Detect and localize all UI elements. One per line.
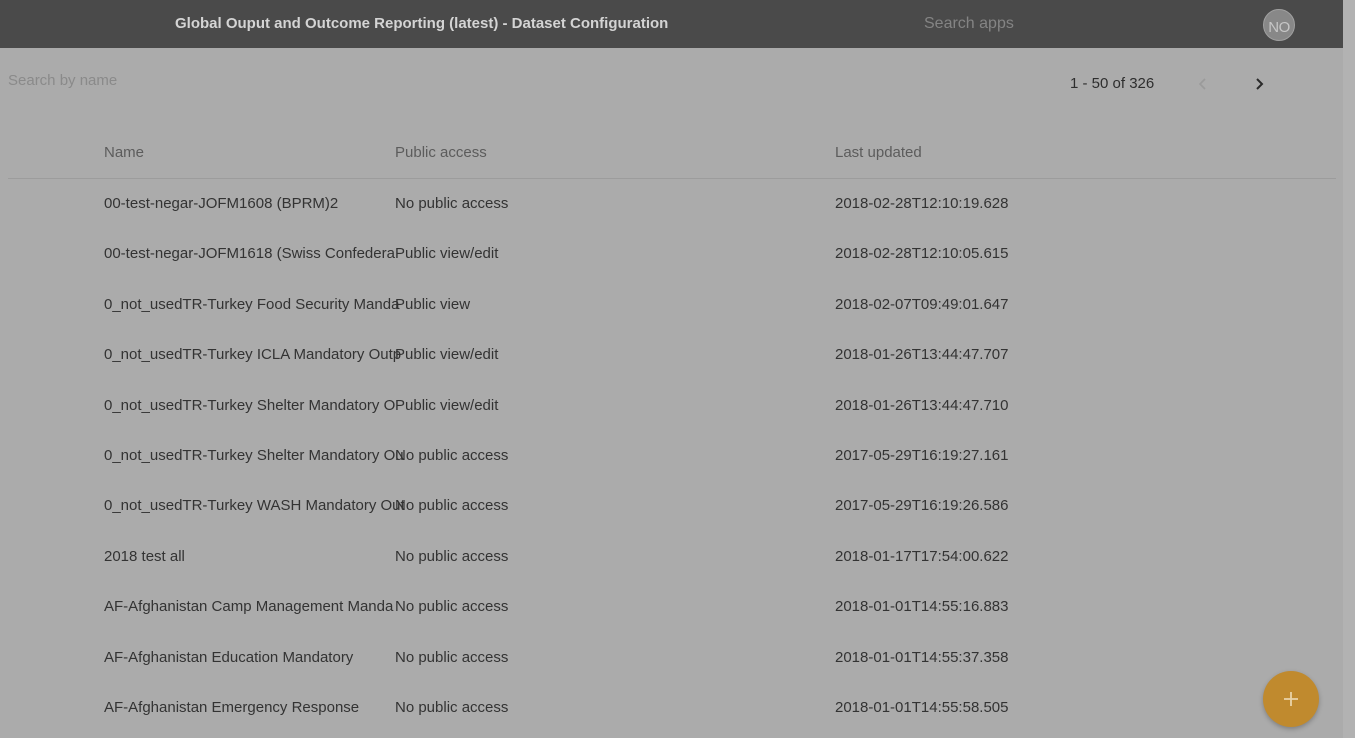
top-bar: Global Ouput and Outcome Reporting (late…: [0, 0, 1343, 48]
table-row[interactable]: 0_not_usedTR-Turkey Shelter Mandatory OP…: [8, 381, 1336, 431]
cell-last-updated: 2018-01-01T14:55:37.358: [835, 648, 1009, 666]
search-apps-input[interactable]: [924, 12, 1184, 36]
table-header: Name Public access Last updated: [8, 128, 1336, 179]
cell-public-access: No public access: [395, 648, 509, 666]
column-header-last-updated[interactable]: Last updated: [835, 144, 922, 161]
cell-public-access: No public access: [395, 698, 509, 716]
search-by-name-input[interactable]: [8, 68, 408, 92]
cell-name: 0_not_usedTR-Turkey ICLA Mandatory Outp: [104, 346, 402, 364]
cell-public-access: No public access: [395, 497, 509, 515]
cell-public-access: No public access: [395, 598, 509, 616]
cell-last-updated: 2018-01-26T13:44:47.707: [835, 346, 1009, 364]
cell-last-updated: 2018-01-26T13:44:47.710: [835, 396, 1009, 414]
cell-name: AF-Afghanistan Education Mandatory: [104, 648, 354, 666]
profile-avatar[interactable]: NO: [1263, 9, 1295, 41]
cell-last-updated: 2018-01-17T17:54:00.622: [835, 547, 1009, 565]
cell-public-access: Public view/edit: [395, 346, 499, 364]
cell-name: 00-test-negar-JOFM1608 (BPRM)2: [104, 195, 339, 212]
table-row[interactable]: AF-Afghanistan Camp Management Manda No p…: [8, 582, 1336, 632]
cell-name: 0_not_usedTR-Turkey WASH Mandatory Out: [104, 497, 405, 515]
cell-last-updated: 2018-01-01T14:55:58.505: [835, 698, 1009, 716]
cell-last-updated: 2017-05-29T16:19:26.586: [835, 497, 1009, 515]
app-title: Global Ouput and Outcome Reporting (late…: [175, 15, 669, 32]
table-row[interactable]: 00-test-negar-JOFM1618 (Swiss Confedera P…: [8, 229, 1336, 279]
table-body: 00-test-negar-JOFM1608 (BPRM)2 No public …: [8, 179, 1336, 733]
scrollbar-track[interactable]: [1343, 0, 1355, 738]
cell-name: 0_not_usedTR-Turkey Shelter Mandatory O: [104, 396, 396, 414]
cell-name: 2018 test all: [104, 547, 185, 565]
table-row[interactable]: 2018 test all No public access 2018-01-17T…: [8, 532, 1336, 582]
table-row[interactable]: 00-test-negar-JOFM1608 (BPRM)2 No public …: [8, 179, 1336, 229]
table-row[interactable]: 0_not_usedTR-Turkey Food Security Manda P…: [8, 280, 1336, 330]
column-header-name[interactable]: Name: [104, 144, 144, 161]
table-row[interactable]: 0_not_usedTR-Turkey Shelter Mandatory Ou…: [8, 431, 1336, 481]
cell-last-updated: 2018-02-07T09:49:01.647: [835, 295, 1009, 313]
table-row[interactable]: AF-Afghanistan Emergency Response No publ…: [8, 683, 1336, 733]
app-root: Global Ouput and Outcome Reporting (late…: [0, 0, 1355, 738]
table-row[interactable]: 0_not_usedTR-Turkey ICLA Mandatory Outp P…: [8, 330, 1336, 380]
cell-last-updated: 2018-01-01T14:55:16.883: [835, 598, 1009, 616]
plus-icon: [1284, 692, 1298, 706]
cell-name: AF-Afghanistan Emergency Response: [104, 698, 360, 716]
cell-public-access: No public access: [395, 195, 509, 212]
cell-public-access: Public view: [395, 295, 471, 313]
table-row[interactable]: AF-Afghanistan Education Mandatory No pub…: [8, 633, 1336, 683]
cell-name: AF-Afghanistan Camp Management Manda: [104, 598, 394, 616]
chevron-left-icon: [1198, 78, 1206, 90]
cell-name: 0_not_usedTR-Turkey Food Security Manda: [104, 295, 400, 313]
column-header-public-access[interactable]: Public access: [395, 144, 487, 161]
next-page-button[interactable]: [1245, 70, 1273, 98]
chevron-right-icon: [1256, 78, 1264, 90]
cell-public-access: No public access: [395, 547, 509, 565]
cell-public-access: Public view/edit: [395, 245, 499, 263]
cell-last-updated: 2018-02-28T12:10:05.615: [835, 245, 1009, 263]
cell-public-access: Public view/edit: [395, 396, 499, 414]
pager-range: 1 - 50 of 326: [1070, 75, 1155, 92]
cell-name: 0_not_usedTR-Turkey Shelter Mandatory Ou: [104, 446, 404, 464]
cell-name: 00-test-negar-JOFM1618 (Swiss Confedera: [104, 245, 395, 263]
cell-last-updated: 2017-05-29T16:19:27.161: [835, 446, 1009, 464]
previous-page-button[interactable]: [1189, 70, 1217, 98]
add-button[interactable]: [1263, 671, 1319, 727]
cell-public-access: No public access: [395, 446, 509, 464]
cell-last-updated: 2018-02-28T12:10:19.628: [835, 195, 1009, 212]
table-row[interactable]: 0_not_usedTR-Turkey WASH Mandatory Out No…: [8, 481, 1336, 531]
